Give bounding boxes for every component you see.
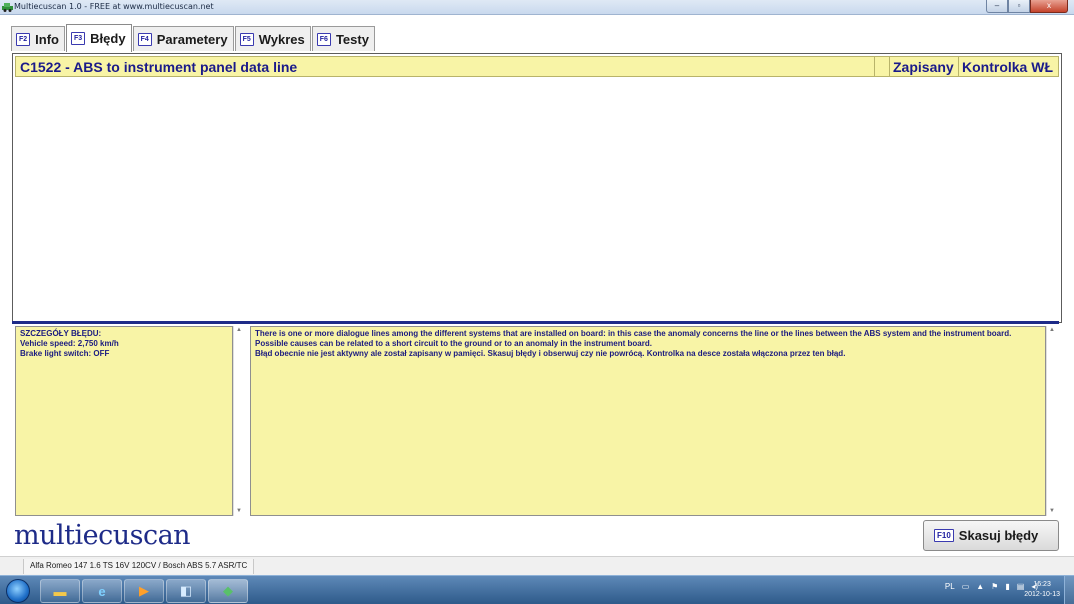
app-car-icon <box>2 3 13 12</box>
multiecuscan-app-icon[interactable]: ◆ <box>208 579 248 603</box>
taskbar-clock[interactable]: 16:23 2012-10-13 <box>1024 580 1060 600</box>
f5-key-icon: F5 <box>239 32 254 46</box>
clear-faults-button[interactable]: F10 Skasuj błędy <box>923 520 1059 551</box>
description-line: Błąd obecnie nie jest aktywny ale został… <box>255 349 846 358</box>
fault-description-box[interactable]: There is one or more dialogue lines amon… <box>250 326 1046 516</box>
show-desktop-button[interactable] <box>1064 576 1074 604</box>
details-heading: SZCZEGÓŁY BŁĘDU: <box>20 329 102 338</box>
language-indicator[interactable]: PL <box>945 582 955 591</box>
column-separator <box>874 57 875 76</box>
tab-label: Testy <box>335 31 369 47</box>
details-scrollbar[interactable]: ▲ ▼ <box>233 326 246 516</box>
network-icon[interactable]: ▤ <box>1017 582 1025 591</box>
keyboard-icon[interactable]: ▭ <box>962 582 970 591</box>
details-line: Brake light switch: OFF <box>20 349 110 358</box>
description-line: Possible causes can be related to a shor… <box>255 339 652 348</box>
tab-label: Błędy <box>90 31 126 46</box>
tab-bledy[interactable]: F3 Błędy <box>66 24 132 52</box>
internet-explorer-icon[interactable]: e <box>82 579 122 603</box>
f6-key-icon: F6 <box>316 32 331 46</box>
action-center-icon[interactable]: ⚑ <box>991 582 998 591</box>
saved-column-header: Zapisany <box>893 59 954 75</box>
column-separator <box>889 57 890 76</box>
windows-taskbar: ▬ e ▶ ◧ ◆ PL ▭ ▲ ⚑ ▮ ▤ ◂) 16:23 2012-10-… <box>0 575 1074 604</box>
battery-icon[interactable]: ▮ <box>1005 582 1009 591</box>
scroll-down-icon[interactable]: ▼ <box>1049 508 1055 514</box>
tab-testy[interactable]: F6 Testy <box>311 26 375 51</box>
f2-key-icon: F2 <box>16 32 31 46</box>
lamp-column-header: Kontrolka WŁ <box>962 59 1053 75</box>
f4-key-icon: F4 <box>137 32 152 46</box>
tab-label: Parametery <box>156 31 228 47</box>
status-bar: Alfa Romeo 147 1.6 TS 16V 120CV / Bosch … <box>0 556 1074 575</box>
media-player-icon[interactable]: ▶ <box>124 579 164 603</box>
scroll-up-icon[interactable]: ▲ <box>1049 327 1055 333</box>
tab-label: Info <box>35 31 59 47</box>
clock-time: 16:23 <box>1033 581 1051 588</box>
minimize-button[interactable]: – <box>986 0 1008 13</box>
tab-wykres[interactable]: F5 Wykres <box>234 26 311 51</box>
f10-key-icon: F10 <box>934 529 954 542</box>
multiecuscan-logo: multiecuscan <box>14 520 191 551</box>
tab-label: Wykres <box>258 31 305 47</box>
fault-list-panel: C1522 - ABS to instrument panel data lin… <box>12 53 1062 323</box>
close-button[interactable]: x <box>1030 0 1068 13</box>
panel-divider <box>12 321 1059 324</box>
description-line: There is one or more dialogue lines amon… <box>255 329 1012 338</box>
f3-key-icon: F3 <box>71 32 86 45</box>
tab-info[interactable]: F2 Info <box>11 26 65 51</box>
tab-parametery[interactable]: F4 Parametery <box>132 26 234 51</box>
fault-code-description: C1522 - ABS to instrument panel data lin… <box>20 59 298 75</box>
description-scrollbar[interactable]: ▲ ▼ <box>1046 326 1059 516</box>
window-titlebar: Multiecuscan 1.0 - FREE at www.multiecus… <box>0 0 1074 15</box>
window-title: Multiecuscan 1.0 - FREE at www.multiecus… <box>14 2 214 11</box>
notes-app-icon[interactable]: ◧ <box>166 579 206 603</box>
file-explorer-icon[interactable]: ▬ <box>40 579 80 603</box>
vehicle-status-text: Alfa Romeo 147 1.6 TS 16V 120CV / Bosch … <box>23 559 255 574</box>
maximize-button[interactable]: ▫ <box>1008 0 1030 13</box>
details-line: Vehicle speed: 2,750 km/h <box>20 339 119 348</box>
tab-bar: F2 Info F3 Błędy F4 Parametery F5 Wykres… <box>11 24 376 52</box>
scroll-up-icon[interactable]: ▲ <box>236 327 242 333</box>
clock-date: 2012-10-13 <box>1024 591 1060 598</box>
clear-faults-label: Skasuj błędy <box>958 528 1039 543</box>
fault-row[interactable]: C1522 - ABS to instrument panel data lin… <box>15 56 1059 77</box>
column-separator <box>958 57 959 76</box>
tray-expand-icon[interactable]: ▲ <box>976 582 984 591</box>
fault-details-box[interactable]: SZCZEGÓŁY BŁĘDU: Vehicle speed: 2,750 km… <box>15 326 233 516</box>
scroll-down-icon[interactable]: ▼ <box>236 508 242 514</box>
start-orb-icon[interactable] <box>6 579 30 603</box>
